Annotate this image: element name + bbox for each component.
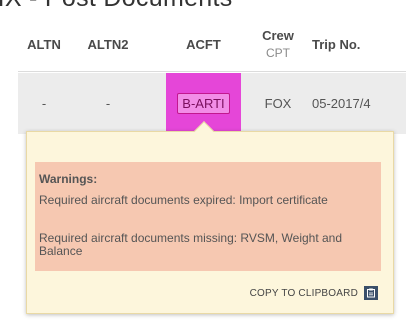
table-header: ALTN ALTN2 ACFT Crew CPT Trip No.	[18, 16, 406, 72]
warnings-title: Warnings:	[39, 172, 98, 186]
warnings-popover: Warnings: Required aircraft documents ex…	[26, 121, 394, 314]
copy-to-clipboard-label: COPY TO CLIPBOARD	[249, 287, 358, 299]
cell-altn: -	[41, 96, 47, 111]
cell-trip-no[interactable]: 05-2017/4	[312, 73, 406, 134]
warnings-box: Warnings: Required aircraft documents ex…	[35, 162, 381, 271]
page-heading: FIX - Post Documents	[0, 0, 233, 13]
warning-item: Required aircraft documents missing: RVS…	[39, 231, 343, 258]
header-acft[interactable]: ACFT	[166, 16, 241, 72]
cell-crew-cpt: FOX	[264, 96, 292, 111]
copy-to-clipboard-button[interactable]: COPY TO CLIPBOARD	[250, 286, 378, 300]
header-crew-label: Crew	[262, 28, 294, 43]
clipboard-icon[interactable]	[364, 286, 378, 300]
header-trip-no[interactable]: Trip No.	[312, 16, 382, 72]
header-altn2[interactable]: ALTN2	[78, 16, 138, 72]
header-altn[interactable]: ALTN	[18, 16, 70, 72]
header-crew[interactable]: Crew CPT	[251, 16, 305, 72]
page: FIX - Post Documents ALTN ALTN2 ACFT Cre…	[0, 0, 406, 327]
header-crew-sub: CPT	[266, 46, 290, 60]
table-row[interactable]: - - B-ARTI FOX 05-2017/4	[18, 73, 406, 134]
warning-item: Required aircraft documents expired: Imp…	[39, 193, 328, 207]
acft-registration[interactable]: B-ARTI	[177, 93, 230, 114]
cell-altn2: -	[105, 96, 111, 111]
